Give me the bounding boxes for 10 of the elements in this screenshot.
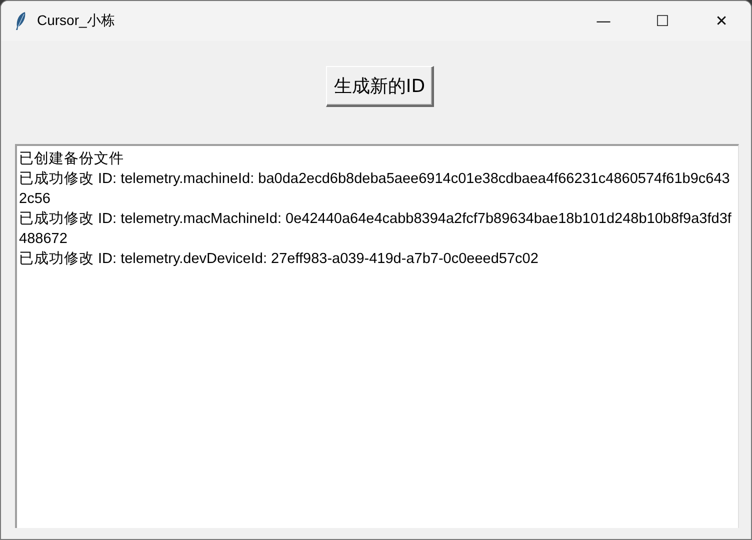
window-title: Cursor_小栋	[37, 12, 116, 30]
generate-id-button[interactable]: 生成新的ID	[326, 66, 434, 107]
maximize-button[interactable]: ☐	[633, 1, 692, 41]
log-line: 已创建备份文件	[19, 150, 125, 169]
log-line: 已成功修改 ID: telemetry.devDeviceId: 27eff983-a039-419d-a7b7-0c0eeed57c02	[19, 250, 540, 269]
feather-icon	[15, 12, 27, 30]
minimize-button[interactable]: —	[574, 1, 633, 41]
close-button[interactable]: ✕	[692, 1, 751, 41]
log-line: 已成功修改 ID: telemetry.macMachineId: 0e42440a64e4cabb8394a2fcf7b89634bae18b101d248b10b8f9a3fd3f488672	[19, 210, 732, 249]
log-line: 已成功修改 ID: telemetry.machineId: ba0da2ecd6b8deba5aee6914c01e38cdbaea4f66231c4860574f61b9c6432c56	[19, 170, 731, 209]
